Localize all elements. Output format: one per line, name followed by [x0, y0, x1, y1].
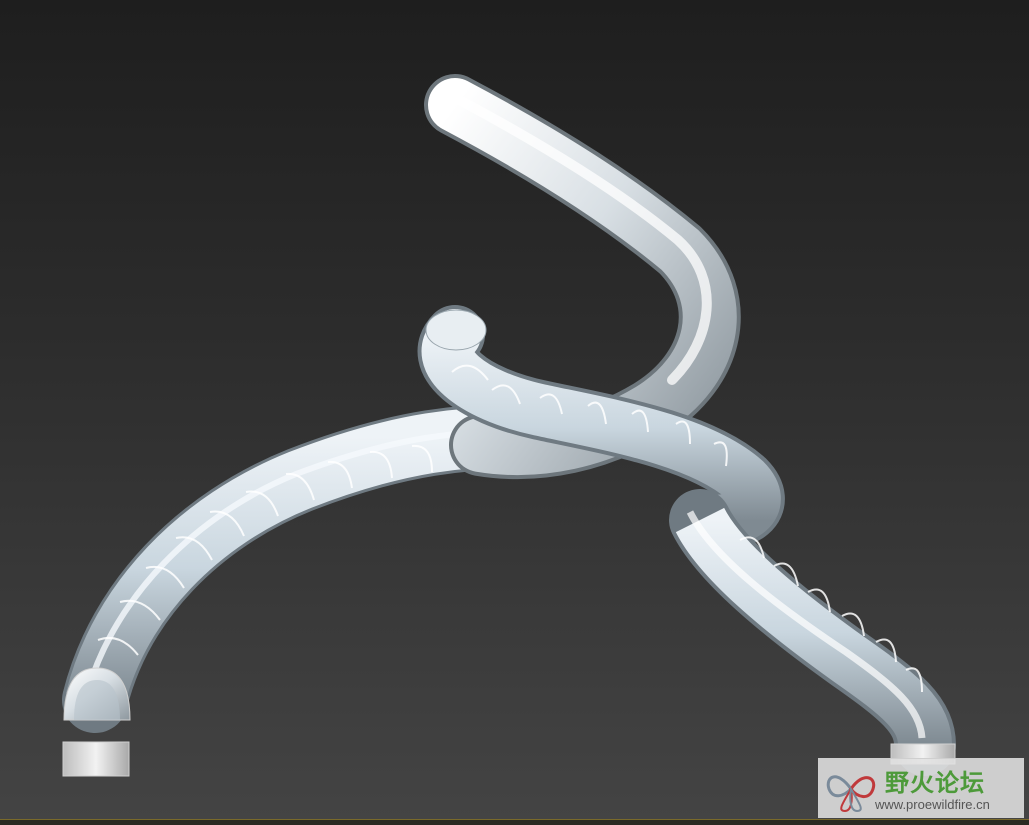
watermark-title: 野火论坛 — [885, 768, 985, 797]
viewport-bottom-border — [0, 819, 1029, 825]
3d-viewport[interactable] — [0, 0, 1029, 824]
watermark: 野火论坛 www.proewildfire.cn — [818, 758, 1024, 818]
tube-model[interactable] — [0, 0, 1029, 819]
watermark-url: www.proewildfire.cn — [875, 797, 990, 812]
left-support-stand — [62, 741, 130, 777]
butterfly-logo-icon — [826, 775, 876, 813]
right-tube-section — [669, 489, 956, 776]
